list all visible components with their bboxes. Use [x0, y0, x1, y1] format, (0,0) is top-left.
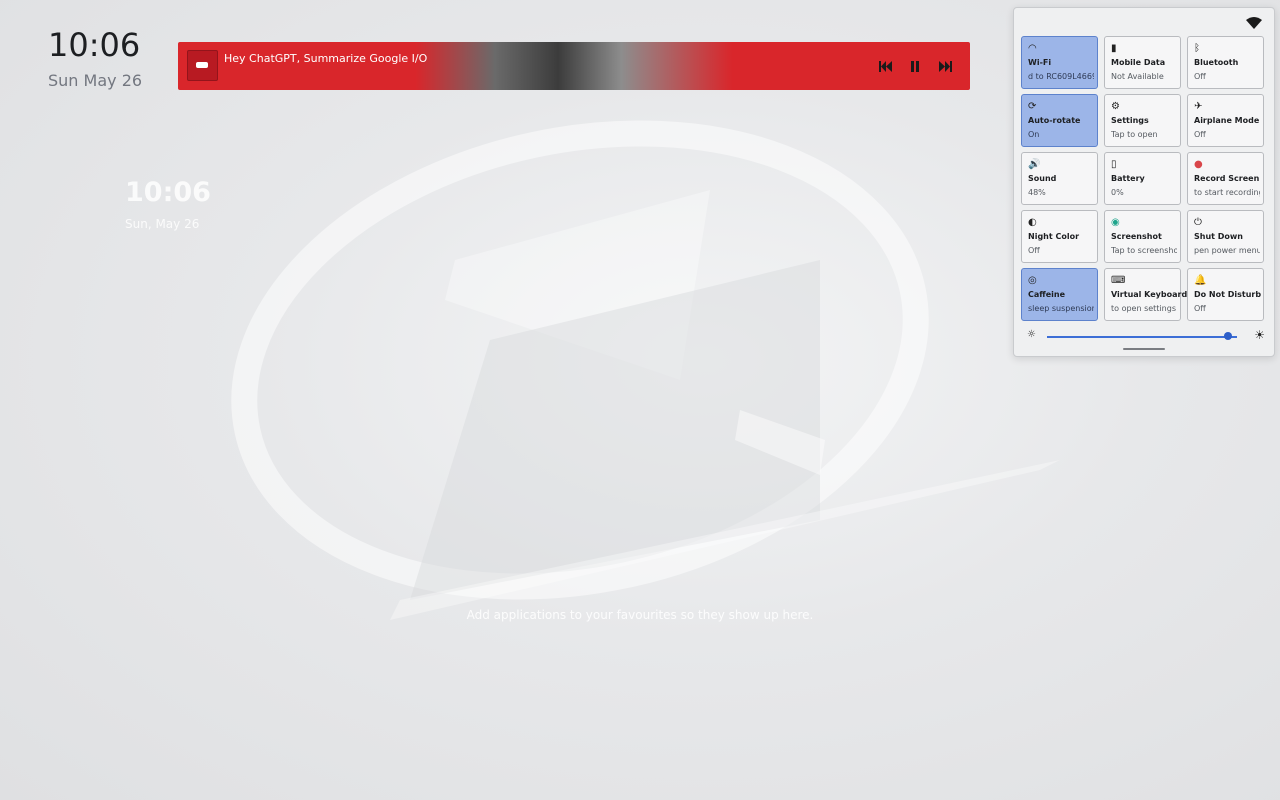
tile-title: Shut Down	[1194, 232, 1243, 241]
signal-icon: ▮	[1111, 43, 1117, 54]
gear-icon: ⚙	[1111, 101, 1120, 112]
tile-subtitle: 0%	[1111, 188, 1124, 197]
tile-record-screen[interactable]: ● Record Screen to start recording	[1187, 152, 1264, 205]
tile-subtitle: Not Available	[1111, 72, 1164, 81]
tile-airplane-mode[interactable]: ✈ Airplane Mode Off	[1187, 94, 1264, 147]
favourites-hint: Add applications to your favourites so t…	[466, 608, 814, 622]
tile-mobile-data[interactable]: ▮ Mobile Data Not Available	[1104, 36, 1181, 89]
brightness-knob[interactable]	[1223, 332, 1232, 340]
pause-icon	[911, 60, 919, 72]
pause-button[interactable]	[905, 56, 925, 76]
wifi-status-icon[interactable]	[1246, 17, 1262, 29]
tile-settings[interactable]: ⚙ Settings Tap to open	[1104, 94, 1181, 147]
album-art	[187, 50, 218, 81]
screenshot-icon: ◉	[1111, 217, 1120, 228]
keyboard-icon: ⌨	[1111, 275, 1126, 286]
tile-subtitle: to open settings	[1111, 304, 1176, 313]
tile-title: Night Color	[1028, 232, 1080, 241]
tile-subtitle: Off	[1194, 72, 1206, 81]
caffeine-icon: ◎	[1028, 275, 1037, 286]
tile-title: Caffeine	[1028, 290, 1066, 299]
rotate-icon: ⟳	[1028, 101, 1037, 112]
record-icon: ●	[1194, 159, 1203, 170]
skip-next-icon	[938, 60, 952, 72]
skip-next-button[interactable]	[935, 56, 955, 76]
widget-clock-date: Sun, May 26	[125, 217, 200, 231]
tile-screenshot[interactable]: ◉ Screenshot Tap to screenshot	[1104, 210, 1181, 263]
quick-settings-panel: ◠ Wi-Fi d to RC609L4669 1 ▮ Mobile Data Not A…	[1013, 7, 1275, 357]
tile-subtitle: Tap to screenshot	[1111, 246, 1177, 255]
tile-auto-rotate[interactable]: ⟳ Auto-rotate On	[1021, 94, 1098, 147]
wifi-icon: ◠	[1028, 43, 1037, 54]
tile-shut-down[interactable]: ⏻ Shut Down pen power menu	[1187, 210, 1264, 263]
tile-subtitle: Off	[1028, 246, 1040, 255]
tile-subtitle: Off	[1194, 130, 1206, 139]
media-player-notification[interactable]: Hey ChatGPT, Summarize Google I/O	[178, 42, 970, 90]
bell-icon: 🔔	[1194, 275, 1207, 286]
airplane-icon: ✈	[1194, 101, 1203, 112]
tile-bluetooth[interactable]: ᛒ Bluetooth Off	[1187, 36, 1264, 89]
tile-caffeine[interactable]: ◎ Caffeine sleep suspension	[1021, 268, 1098, 321]
moon-icon: ◐	[1028, 217, 1037, 228]
tile-battery[interactable]: ▯ Battery 0%	[1104, 152, 1181, 205]
tile-title: Virtual Keyboard	[1111, 290, 1188, 299]
tile-subtitle: to start recording	[1194, 188, 1260, 197]
tile-title: Airplane Mode	[1194, 116, 1260, 125]
battery-icon: ▯	[1111, 159, 1117, 170]
tile-night-color[interactable]: ◐ Night Color Off	[1021, 210, 1098, 263]
media-title: Hey ChatGPT, Summarize Google I/O	[224, 52, 428, 65]
brightness-slider[interactable]: ☼ ☀	[1027, 328, 1265, 343]
bluetooth-icon: ᛒ	[1194, 43, 1200, 54]
tile-do-not-disturb[interactable]: 🔔 Do Not Disturb Off	[1187, 268, 1264, 321]
tile-title: Bluetooth	[1194, 58, 1239, 67]
skip-previous-button[interactable]	[875, 56, 895, 76]
brightness-track[interactable]	[1047, 336, 1237, 338]
widget-clock-time: 10:06	[125, 177, 211, 208]
brightness-low-icon: ☼	[1027, 329, 1036, 340]
brightness-high-icon: ☀	[1254, 328, 1265, 342]
tile-title: Auto-rotate	[1028, 116, 1081, 125]
tile-subtitle: Off	[1194, 304, 1206, 313]
speaker-icon: 🔊	[1028, 159, 1041, 170]
desktop-clock-time: 10:06	[48, 26, 141, 64]
tile-subtitle: On	[1028, 130, 1040, 139]
tile-subtitle: sleep suspension	[1028, 304, 1094, 313]
skip-previous-icon	[878, 60, 892, 72]
tile-title: Record Screen	[1194, 174, 1260, 183]
tile-subtitle: 48%	[1028, 188, 1046, 197]
tile-title: Sound	[1028, 174, 1057, 183]
tile-subtitle: Tap to open	[1111, 130, 1158, 139]
desktop-clock-date: Sun May 26	[48, 71, 143, 90]
panel-drag-handle[interactable]	[1123, 348, 1165, 350]
tile-title: Wi-Fi	[1028, 58, 1052, 67]
power-icon: ⏻	[1194, 217, 1202, 228]
tile-title: Screenshot	[1111, 232, 1162, 241]
tile-title: Do Not Disturb	[1194, 290, 1262, 299]
tile-title: Mobile Data	[1111, 58, 1166, 67]
tile-title: Battery	[1111, 174, 1145, 183]
tile-virtual-keyboard[interactable]: ⌨ Virtual Keyboard to open settings	[1104, 268, 1187, 321]
tile-title: Settings	[1111, 116, 1149, 125]
tile-wi-fi[interactable]: ◠ Wi-Fi d to RC609L4669 1	[1021, 36, 1098, 89]
tile-sound[interactable]: 🔊 Sound 48%	[1021, 152, 1098, 205]
tile-subtitle: pen power menu	[1194, 246, 1260, 255]
tile-subtitle: d to RC609L4669 1	[1028, 72, 1094, 81]
